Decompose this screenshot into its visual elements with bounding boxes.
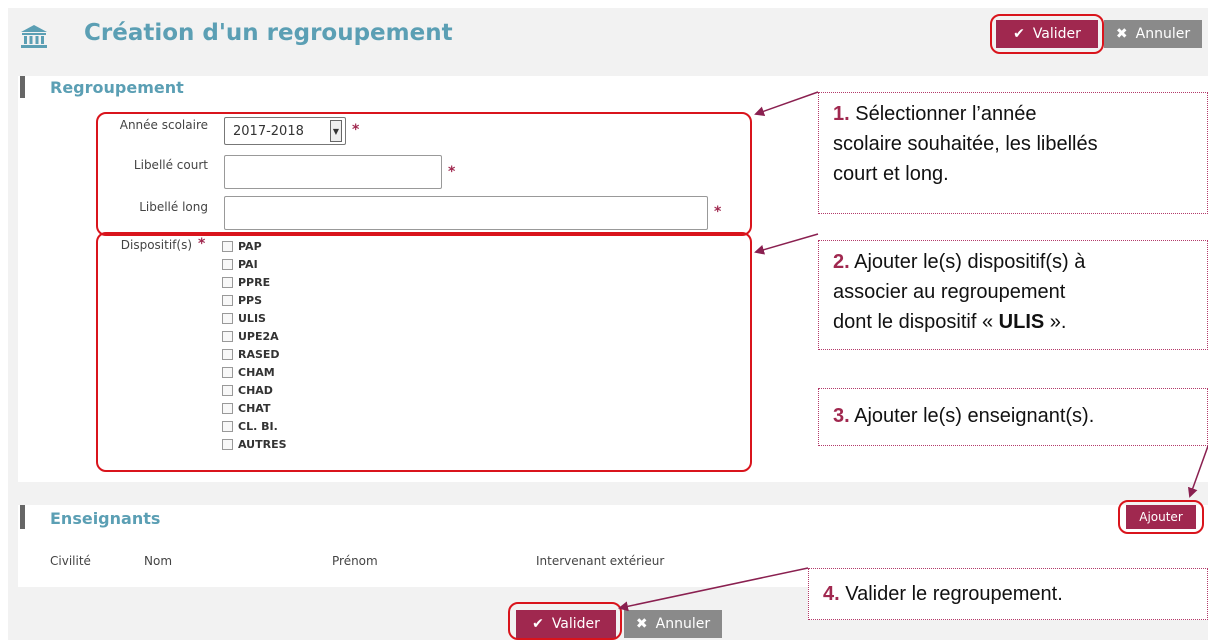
cancel-label: Annuler	[1135, 26, 1191, 42]
highlight-fields	[96, 112, 752, 236]
callout-text: ».	[1044, 311, 1067, 333]
section-title-enseignants: Enseignants	[50, 509, 161, 528]
callout-line: dont le dispositif « ULIS ».	[833, 307, 1193, 337]
highlight-validate-bottom	[508, 602, 622, 640]
column-header-prenom: Prénom	[332, 554, 378, 568]
callout-step-3: 3. Ajouter le(s) enseignant(s).	[818, 388, 1208, 446]
cancel-button-top[interactable]: ✖ Annuler	[1104, 20, 1202, 48]
section-bar	[20, 505, 25, 529]
step-number: 2.	[833, 251, 850, 273]
callout-text: Sélectionner l’année	[855, 103, 1037, 125]
column-header-civilite: Civilité	[50, 554, 91, 568]
callout-text: dont le dispositif «	[833, 311, 999, 333]
callout-line: 2. Ajouter le(s) dispositif(s) à	[833, 247, 1193, 277]
close-icon: ✖	[1115, 26, 1128, 42]
step-number: 4.	[823, 583, 840, 605]
cancel-button-bottom[interactable]: ✖ Annuler	[624, 610, 722, 638]
section-bar	[20, 76, 25, 98]
cancel-label: Annuler	[655, 616, 711, 632]
callout-text: court et long.	[833, 163, 949, 185]
page: Création d'un regroupement ✔ Valider ✖ A…	[0, 0, 1208, 640]
close-icon: ✖	[635, 616, 648, 632]
step-number: 3.	[833, 405, 850, 427]
highlight-add	[1118, 500, 1204, 534]
callout-text: Ajouter le(s) dispositif(s) à	[854, 251, 1086, 273]
highlight-dispositifs	[96, 232, 752, 472]
callout-text: scolaire souhaitée, les libellés	[833, 133, 1098, 155]
step-number: 1.	[833, 103, 850, 125]
callout-step-4: 4. Valider le regroupement.	[808, 568, 1208, 620]
callout-bold: ULIS	[998, 311, 1045, 333]
callout-step-1: 1. Sélectionner l’année scolaire souhait…	[818, 92, 1208, 214]
column-header-nom: Nom	[144, 554, 173, 568]
callout-text: Valider le regroupement.	[845, 583, 1063, 605]
column-header-intervenant: Intervenant extérieur	[536, 554, 665, 568]
section-title-regroupement: Regroupement	[50, 78, 184, 97]
callout-text: associer au regroupement	[833, 281, 1066, 303]
page-title: Création d'un regroupement	[84, 20, 453, 46]
callout-text: Ajouter le(s) enseignant(s).	[854, 405, 1095, 427]
bank-icon	[21, 25, 47, 48]
highlight-validate-top	[990, 14, 1104, 54]
callout-line: 1. Sélectionner l’année	[833, 99, 1193, 129]
callout-step-2: 2. Ajouter le(s) dispositif(s) à associe…	[818, 240, 1208, 350]
